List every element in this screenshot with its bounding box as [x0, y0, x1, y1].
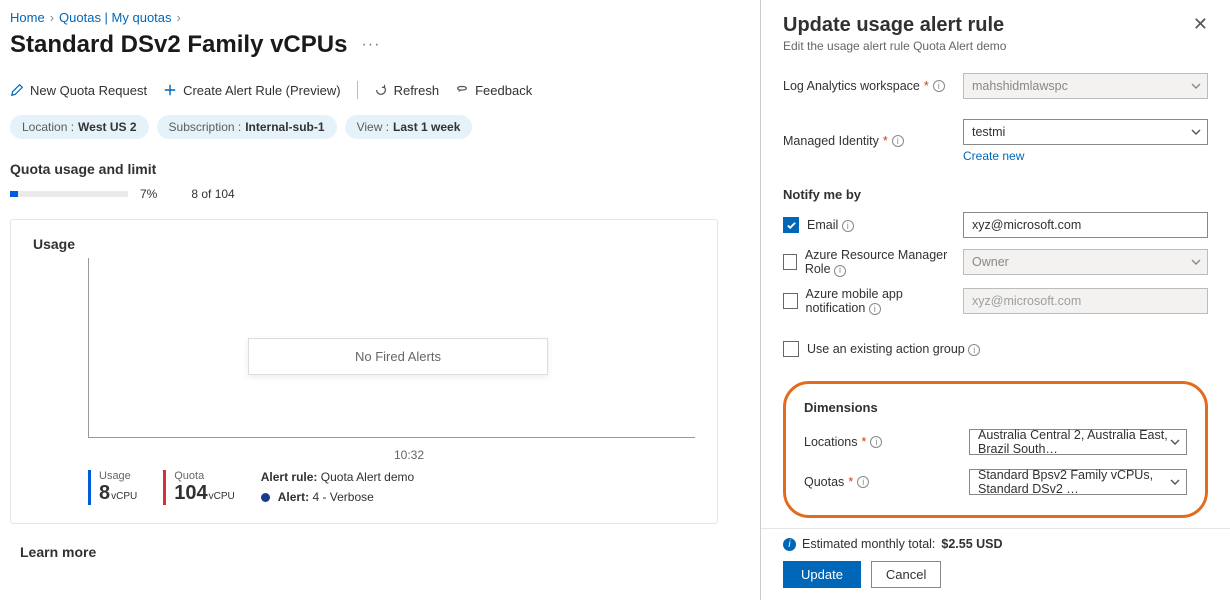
estimated-cost: i Estimated monthly total: $2.55 USD [783, 537, 1208, 551]
edit-icon [10, 83, 24, 97]
toolbar-divider [357, 81, 358, 99]
filter-view[interactable]: View : Last 1 week [345, 115, 473, 139]
breadcrumb-home[interactable]: Home [10, 10, 45, 25]
mobile-checkbox[interactable] [783, 293, 798, 309]
toolbar: New Quota Request Create Alert Rule (Pre… [10, 81, 745, 99]
plus-icon [163, 83, 177, 97]
chevron-down-icon [1191, 257, 1201, 267]
new-quota-label: New Quota Request [30, 83, 147, 98]
refresh-icon [374, 83, 388, 97]
chevron-down-icon [1170, 437, 1180, 447]
quotas-label: Quotas * i [804, 475, 969, 489]
learn-more-heading: Learn more [20, 544, 745, 560]
alert-severity-text: Alert: 4 - Verbose [261, 490, 414, 504]
dimensions-heading: Dimensions [804, 400, 1187, 415]
chevron-down-icon [1170, 477, 1180, 487]
panel-title: Update usage alert rule [783, 14, 1006, 37]
arm-role-checkbox[interactable] [783, 254, 797, 270]
notify-heading: Notify me by [783, 187, 1208, 202]
chevron-down-icon [1191, 127, 1201, 137]
page-title: Standard DSv2 Family vCPUs [10, 31, 347, 59]
no-fired-alerts-text: No Fired Alerts [248, 338, 548, 375]
create-alert-button[interactable]: Create Alert Rule (Preview) [163, 83, 341, 98]
usage-progress-bar [10, 191, 128, 197]
info-icon[interactable]: i [892, 135, 904, 147]
usage-card-title: Usage [33, 236, 695, 252]
info-icon[interactable]: i [842, 220, 854, 232]
breadcrumb-sep-2: › [177, 10, 181, 25]
update-button[interactable]: Update [783, 561, 861, 588]
log-workspace-label: Log Analytics workspace * i [783, 79, 963, 93]
alert-rule-text: Alert rule: Quota Alert demo [261, 470, 414, 484]
chart-x-label: 10:32 [394, 448, 424, 462]
info-icon[interactable]: i [870, 436, 882, 448]
info-icon[interactable]: i [869, 303, 881, 315]
usage-percent: 7% [140, 187, 157, 201]
feedback-label: Feedback [475, 83, 532, 98]
info-icon[interactable]: i [968, 344, 980, 356]
feedback-icon [455, 83, 469, 97]
quotas-select[interactable]: Standard Bpsv2 Family vCPUs, Standard DS… [969, 469, 1187, 495]
managed-identity-select[interactable]: testmi [963, 119, 1208, 145]
update-alert-panel: Update usage alert rule Edit the usage a… [760, 0, 1230, 600]
close-icon[interactable]: ✕ [1193, 14, 1208, 35]
breadcrumb: Home › Quotas | My quotas › [10, 10, 745, 25]
create-new-link[interactable]: Create new [963, 149, 1024, 163]
filter-location[interactable]: Location : West US 2 [10, 115, 149, 139]
usage-card: Usage No Fired Alerts 10:32 Usage 8vCPU … [10, 219, 718, 524]
filter-subscription[interactable]: Subscription : Internal-sub-1 [157, 115, 337, 139]
quota-metric: Quota 104vCPU [163, 470, 235, 505]
dimensions-highlight: Dimensions Locations * i Australia Centr… [783, 381, 1208, 518]
usage-metric: Usage 8vCPU [88, 470, 137, 505]
existing-action-group-label: Use an existing action group [807, 342, 965, 356]
create-alert-label: Create Alert Rule (Preview) [183, 83, 341, 98]
mobile-label: Azure mobile app notification [806, 287, 903, 315]
arm-role-select[interactable]: Owner [963, 249, 1208, 275]
refresh-label: Refresh [394, 83, 440, 98]
arm-role-label: Azure Resource Manager Role [805, 248, 947, 276]
breadcrumb-sep: › [50, 10, 54, 25]
email-checkbox[interactable] [783, 217, 799, 233]
panel-subtitle: Edit the usage alert rule Quota Alert de… [783, 39, 1006, 53]
mobile-input[interactable]: xyz@microsoft.com [963, 288, 1208, 314]
email-label: Email [807, 218, 838, 232]
locations-select[interactable]: Australia Central 2, Australia East, Bra… [969, 429, 1187, 455]
refresh-button[interactable]: Refresh [374, 83, 440, 98]
info-icon[interactable]: i [933, 80, 945, 92]
locations-label: Locations * i [804, 435, 969, 449]
more-icon[interactable]: ··· [361, 36, 380, 54]
quota-usage-heading: Quota usage and limit [10, 161, 745, 177]
feedback-button[interactable]: Feedback [455, 83, 532, 98]
severity-dot-icon [261, 493, 270, 502]
log-workspace-select[interactable]: mahshidmlawspc [963, 73, 1208, 99]
new-quota-button[interactable]: New Quota Request [10, 83, 147, 98]
breadcrumb-quotas[interactable]: Quotas | My quotas [59, 10, 172, 25]
usage-count: 8 of 104 [191, 187, 234, 201]
chevron-down-icon [1191, 81, 1201, 91]
info-icon[interactable]: i [857, 476, 869, 488]
managed-identity-label: Managed Identity * i [783, 134, 963, 148]
existing-action-group-checkbox[interactable] [783, 341, 799, 357]
cancel-button[interactable]: Cancel [871, 561, 941, 588]
info-icon[interactable]: i [834, 265, 846, 277]
info-dot-icon: i [783, 538, 796, 551]
usage-chart: No Fired Alerts 10:32 [88, 258, 695, 458]
email-input[interactable]: xyz@microsoft.com [963, 212, 1208, 238]
